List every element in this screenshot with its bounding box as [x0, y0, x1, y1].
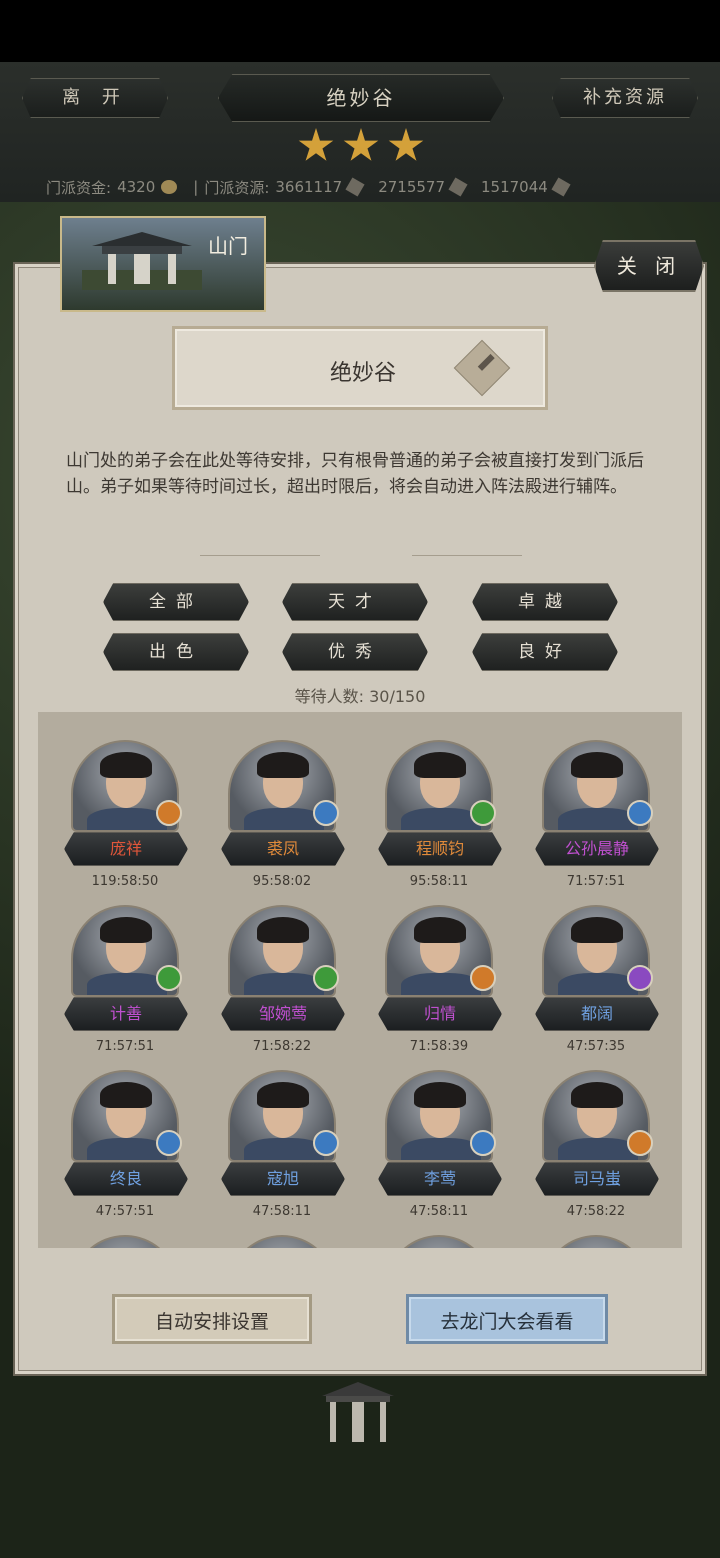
wait-timer: 71:57:51 [95, 1039, 155, 1054]
disciple-name: 计善 [64, 997, 188, 1031]
divider-left [200, 553, 320, 559]
filter-genius[interactable]: 天才 [282, 583, 428, 621]
status-bar [0, 0, 720, 62]
disciple-card[interactable]: 李莺 47:58:11 [378, 1070, 502, 1230]
disciple-card[interactable]: 都阔 47:57:35 [535, 905, 659, 1065]
wait-timer: 47:58:22 [566, 1204, 626, 1219]
filter-excellent[interactable]: 卓越 [472, 583, 618, 621]
resource-value: 3661117 [275, 178, 343, 196]
wait-timer: 119:58:50 [91, 874, 159, 889]
disciple-name: 庞祥 [64, 832, 188, 866]
coin-icon [161, 180, 178, 194]
wait-timer: 47:57:51 [95, 1204, 155, 1219]
divider-right [412, 553, 522, 559]
disciple-name: 司马蚩 [535, 1162, 659, 1196]
wait-timer: 71:58:22 [252, 1039, 312, 1054]
skill-badge-icon [313, 800, 339, 826]
disciple-name: 终良 [64, 1162, 188, 1196]
sword-icon [448, 177, 468, 197]
skill-badge-icon [156, 965, 182, 991]
disciple-card[interactable]: 计善 71:57:51 [64, 905, 188, 1065]
disciple-card[interactable]: 庞祥 119:58:50 [64, 740, 188, 900]
filter-all[interactable]: 全部 [103, 583, 249, 621]
auto-arrange-settings-button[interactable]: 自动安排设置 [112, 1294, 312, 1344]
resource-label: 门派资源: [204, 178, 270, 197]
resource-bar: 门派资金: 4320 | 门派资源: 3661117 2715577 15170… [46, 176, 686, 198]
star-icon [343, 128, 379, 161]
funds-value: 4320 [117, 178, 156, 196]
disciple-name: 程顺钧 [378, 832, 502, 866]
wait-timer: 71:58:39 [409, 1039, 469, 1054]
res2-value: 2715577 [378, 178, 445, 196]
wait-timer: 95:58:02 [252, 874, 312, 889]
leave-button[interactable]: 离 开 [22, 78, 168, 118]
stone-icon [551, 177, 571, 197]
tab-mountain-gate[interactable]: 山门 [60, 216, 266, 312]
disciple-name: 寇旭 [221, 1162, 345, 1196]
gate-building-icon [82, 232, 202, 290]
disciple-card[interactable]: 终良 47:57:51 [64, 1070, 188, 1230]
star-rating [298, 128, 424, 164]
portrait[interactable] [385, 1235, 493, 1248]
skill-badge-icon [470, 965, 496, 991]
disciple-card[interactable]: 程顺钧 95:58:11 [378, 740, 502, 900]
page-title: 绝妙谷 [218, 74, 504, 122]
disciple-card[interactable]: 邹婉莺 71:58:22 [221, 905, 345, 1065]
portrait[interactable] [228, 1235, 336, 1248]
star-icon [388, 128, 424, 161]
skill-badge-icon [470, 1130, 496, 1156]
skill-badge-icon [156, 800, 182, 826]
skill-badge-icon [470, 800, 496, 826]
waiting-label: 等待人数: [294, 687, 364, 706]
filter-good[interactable]: 良好 [472, 633, 618, 671]
portrait[interactable] [542, 1235, 650, 1248]
skill-badge-icon [156, 1130, 182, 1156]
description: 山门处的弟子会在此处等待安排，只有根骨普通的弟子会被直接打发到门派后山。弟子如果… [66, 451, 644, 497]
wait-timer: 47:58:11 [252, 1204, 312, 1219]
disciple-name: 裘凤 [221, 832, 345, 866]
skill-badge-icon [313, 965, 339, 991]
wait-timer: 47:57:35 [566, 1039, 626, 1054]
waiting-value: 30/150 [369, 687, 426, 706]
wait-timer: 47:58:11 [409, 1204, 469, 1219]
supply-resources-button[interactable]: 补充资源 [552, 78, 698, 118]
wait-timer: 71:57:51 [566, 874, 626, 889]
disciple-name: 公孙晨静 [535, 832, 659, 866]
filter-outstanding[interactable]: 出色 [103, 633, 249, 671]
disciple-name: 李莺 [378, 1162, 502, 1196]
disciple-card[interactable]: 寇旭 47:58:11 [221, 1070, 345, 1230]
disciple-name: 邹婉莺 [221, 997, 345, 1031]
skill-badge-icon [627, 1130, 653, 1156]
disciple-card[interactable]: 公孙晨静 71:57:51 [535, 740, 659, 900]
disciple-name: 都阔 [535, 997, 659, 1031]
disciple-card[interactable]: 裘凤 95:58:02 [221, 740, 345, 900]
separator: | [193, 178, 199, 196]
skill-badge-icon [313, 1130, 339, 1156]
disciple-card[interactable]: 司马蚩 47:58:22 [535, 1070, 659, 1230]
star-icon [298, 128, 334, 161]
skill-badge-icon [627, 800, 653, 826]
ore-icon [345, 177, 365, 197]
close-button[interactable]: 关 闭 [594, 240, 704, 292]
disciple-name: 归情 [378, 997, 502, 1031]
dragon-gate-conference-button[interactable]: 去龙门大会看看 [406, 1294, 608, 1344]
gate-landmark-icon [322, 1382, 394, 1442]
skill-badge-icon [627, 965, 653, 991]
funds-label: 门派资金: [46, 178, 112, 197]
waiting-count: 等待人数: 30/150 [0, 683, 720, 707]
filter-superior[interactable]: 优秀 [282, 633, 428, 671]
disciple-grid: 庞祥 119:58:50 裘凤 95:58:02 程顺钧 95:58:11 公孙晨静 71:5… [38, 712, 682, 1248]
res3-value: 1517044 [481, 178, 548, 196]
portrait[interactable] [71, 1235, 179, 1248]
tab-label: 山门 [208, 234, 248, 258]
wait-timer: 95:58:11 [409, 874, 469, 889]
disciple-card[interactable]: 归情 71:58:39 [378, 905, 502, 1065]
